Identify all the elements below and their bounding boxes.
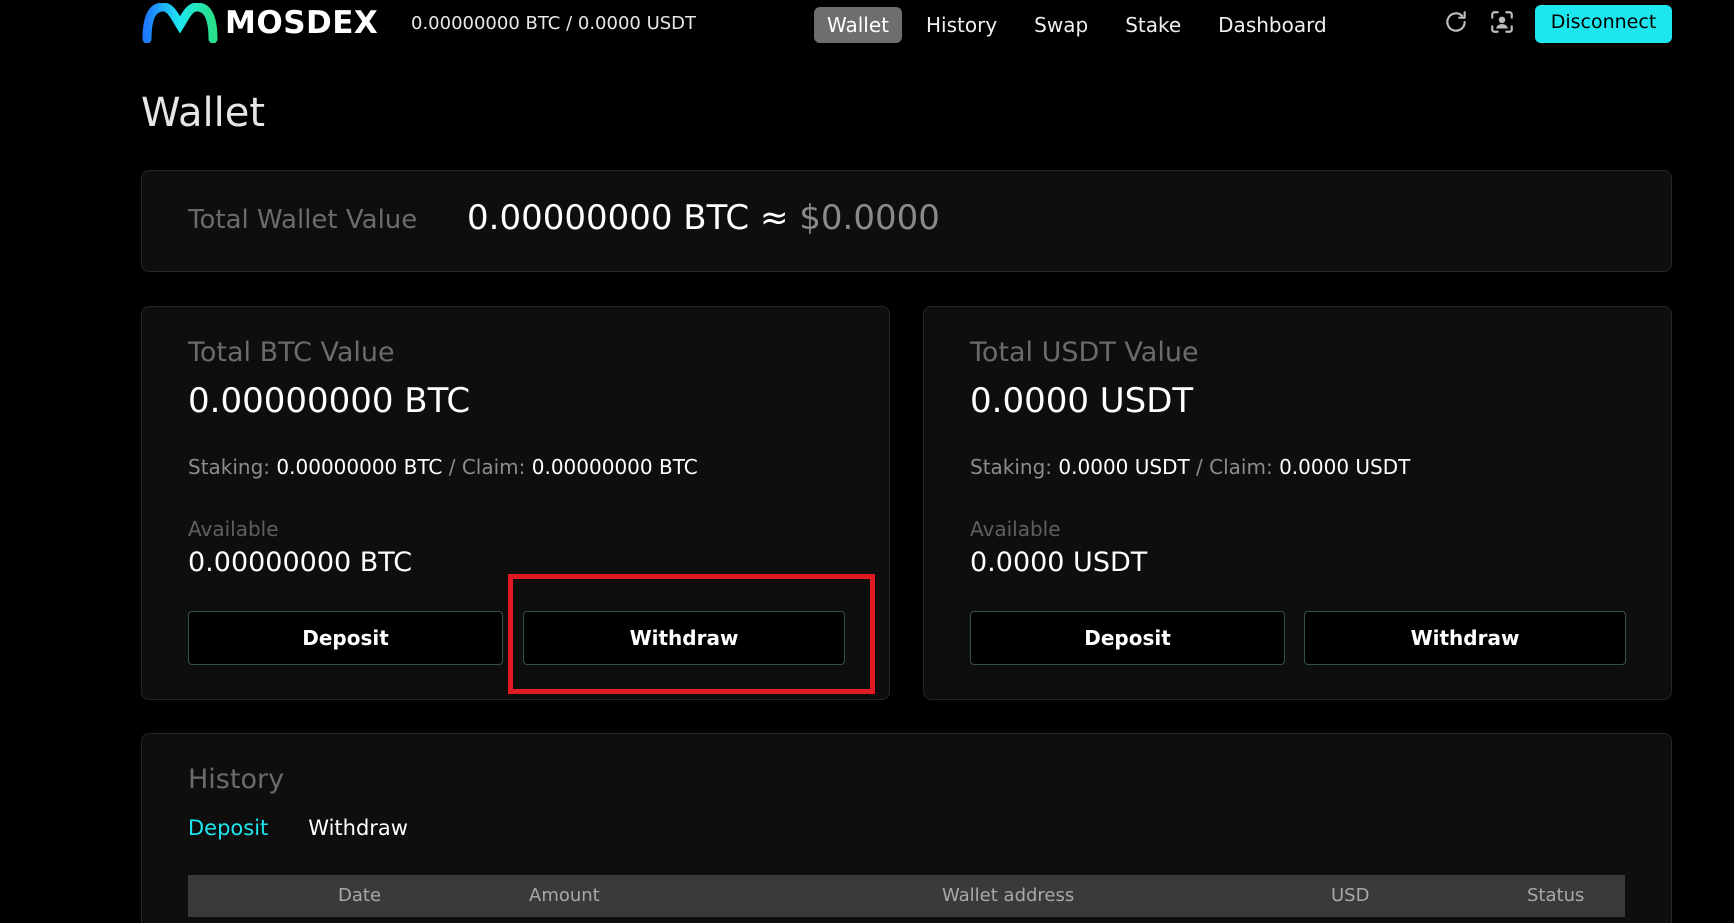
btc-claim-value: 0.00000000 BTC	[531, 455, 698, 479]
btc-deposit-button[interactable]: Deposit	[188, 611, 503, 665]
btc-available-value: 0.00000000 BTC	[188, 547, 413, 578]
total-wallet-card: Total Wallet Value 0.00000000 BTC ≈ $0.0…	[141, 170, 1672, 272]
brand-logo[interactable]: MOSDEX	[141, 3, 378, 43]
usdt-amount: 0.0000 USDT	[970, 381, 1194, 421]
usdt-title: Total USDT Value	[970, 337, 1199, 368]
usdt-card: Total USDT Value 0.0000 USDT Staking: 0.…	[923, 306, 1672, 700]
column-usd: USD	[1331, 885, 1370, 906]
btc-amount: 0.00000000 BTC	[188, 381, 471, 421]
mosdex-logo-icon	[142, 3, 218, 43]
history-tabs: Deposit Withdraw	[188, 816, 448, 840]
btc-withdraw-button[interactable]: Withdraw	[523, 611, 845, 665]
approx-sign: ≈	[749, 198, 800, 238]
btc-separator: /	[442, 455, 462, 479]
usdt-staking-value: 0.0000 USDT	[1058, 455, 1190, 479]
column-wallet-address: Wallet address	[942, 885, 1075, 906]
total-wallet-label: Total Wallet Value	[188, 205, 418, 235]
btc-staking-label: Staking:	[188, 455, 277, 479]
refresh-icon[interactable]	[1442, 8, 1470, 36]
brand-name: MOSDEX	[225, 5, 379, 41]
usdt-separator: /	[1189, 455, 1210, 479]
history-card: History Deposit Withdraw Date Amount Wal…	[141, 733, 1672, 923]
usdt-claim-label: Claim:	[1209, 455, 1280, 479]
usdt-deposit-button[interactable]: Deposit	[970, 611, 1285, 665]
tab-deposit[interactable]: Deposit	[188, 816, 268, 840]
history-table-header: Date Amount Wallet address USD Status	[188, 875, 1625, 917]
btc-staking-claim: Staking: 0.00000000 BTC / Claim: 0.00000…	[188, 455, 698, 479]
btc-claim-label: Claim:	[461, 455, 532, 479]
btc-available-label: Available	[188, 517, 279, 541]
header-balance: 0.00000000 BTC / 0.0000 USDT	[411, 13, 697, 34]
history-title: History	[188, 764, 285, 795]
usdt-staking-label: Staking:	[970, 455, 1059, 479]
tab-withdraw[interactable]: Withdraw	[308, 816, 408, 840]
nav-dashboard[interactable]: Dashboard	[1205, 7, 1340, 43]
usdt-available-value: 0.0000 USDT	[970, 547, 1148, 578]
column-amount: Amount	[529, 885, 600, 906]
btc-title: Total BTC Value	[188, 337, 395, 368]
btc-staking-value: 0.00000000 BTC	[276, 455, 443, 479]
usdt-staking-claim: Staking: 0.0000 USDT / Claim: 0.0000 USD…	[970, 455, 1410, 479]
nav-stake[interactable]: Stake	[1112, 7, 1194, 43]
top-header: MOSDEX 0.00000000 BTC / 0.0000 USDT Wall…	[0, 0, 1734, 48]
column-status: Status	[1527, 885, 1585, 906]
usdt-withdraw-button[interactable]: Withdraw	[1304, 611, 1626, 665]
total-wallet-value: 0.00000000 BTC ≈ $0.0000	[467, 198, 940, 238]
total-usd-value: $0.0000	[799, 198, 940, 238]
nav-wallet[interactable]: Wallet	[814, 7, 903, 43]
total-btc-value: 0.00000000 BTC	[467, 198, 750, 238]
main-nav: Wallet History Swap Stake Dashboard	[814, 7, 1351, 43]
column-date: Date	[338, 885, 382, 906]
btc-card: Total BTC Value 0.00000000 BTC Staking: …	[141, 306, 890, 700]
nav-swap[interactable]: Swap	[1021, 7, 1101, 43]
disconnect-button[interactable]: Disconnect	[1535, 5, 1672, 43]
nav-history[interactable]: History	[913, 7, 1010, 43]
usdt-available-label: Available	[970, 517, 1061, 541]
page-title: Wallet	[141, 90, 266, 136]
usdt-claim-value: 0.0000 USDT	[1279, 455, 1411, 479]
user-scan-icon[interactable]	[1488, 8, 1516, 36]
